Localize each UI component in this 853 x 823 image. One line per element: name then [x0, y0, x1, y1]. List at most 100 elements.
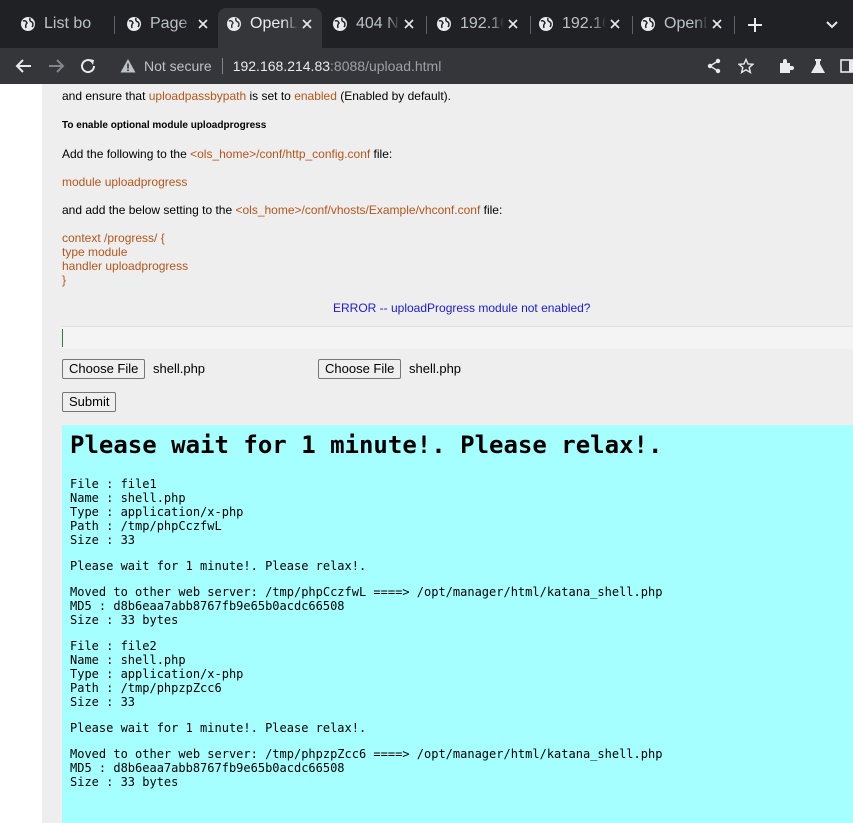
tab-strip: List bo Page N OpenL 404 N 192.16 192.16	[0, 0, 853, 48]
share-icon[interactable]	[706, 58, 722, 74]
result-line: Path : /tmp/phpzpZcc6	[70, 681, 222, 695]
tab-ip-2[interactable]: 192.16	[530, 8, 630, 40]
reload-button[interactable]	[76, 54, 100, 78]
browser-toolbar: Not secure 192.168.214.83:8088/upload.ht…	[0, 48, 853, 84]
tab-title: 192.16	[562, 15, 606, 32]
flask-icon[interactable]	[810, 58, 826, 74]
extensions-icon[interactable]	[778, 58, 794, 74]
address-bar[interactable]: Not secure 192.168.214.83:8088/upload.ht…	[110, 50, 730, 82]
globe-icon	[333, 17, 347, 31]
upload-result-panel: Please wait for 1 minute!. Please relax!…	[62, 425, 853, 823]
close-icon[interactable]	[708, 15, 726, 33]
result-line: Moved to other web server: /tmp/phpzpZcc…	[70, 747, 663, 761]
config-line: context /progress/ {	[62, 231, 165, 245]
result-line: File : file2	[70, 639, 157, 653]
result-line: MD5 : d8b6eaa7abb8767fb9e65b0acdc66508	[70, 761, 345, 775]
tab-openlitespeed-active[interactable]: OpenL	[218, 8, 322, 48]
arrow-right-icon	[49, 59, 65, 73]
close-icon[interactable]	[504, 15, 522, 33]
config-key: uploadpassbypath	[148, 89, 247, 103]
selected-file-1: shell.php	[153, 361, 206, 376]
result-line: Size : 33 bytes	[70, 775, 179, 789]
omnibox-divider	[221, 58, 223, 74]
tab-separator	[426, 16, 427, 34]
new-tab-icon[interactable]	[744, 14, 766, 36]
result-line: Type : application/x-php	[70, 505, 244, 519]
security-label: Not secure	[144, 58, 212, 74]
tab-404[interactable]: 404 N	[324, 8, 424, 40]
tab-page-not-found[interactable]: Page N	[118, 8, 218, 40]
page-viewport: and ensure that uploadpassbypath is set …	[0, 84, 853, 823]
chevron-down-icon[interactable]	[824, 17, 840, 33]
error-message: ERROR -- uploadProgress module not enabl…	[333, 301, 591, 315]
config-line: type module	[62, 245, 128, 259]
back-button[interactable]	[12, 54, 36, 78]
forward-button[interactable]	[44, 54, 68, 78]
warning-icon[interactable]	[120, 58, 136, 74]
tab-title: OpenL	[664, 15, 708, 32]
config-path: <ols_home>/conf/vhosts/Example/vhconf.co…	[235, 203, 481, 217]
progress-caret	[62, 329, 63, 347]
result-line: Size : 33	[70, 533, 136, 547]
instruction-line: and add the below setting to the <ols_ho…	[62, 203, 502, 217]
text-segment: and ensure that	[62, 89, 149, 103]
tab-title: 192.16	[460, 15, 504, 32]
url-path: :8088/upload.html	[330, 58, 442, 74]
result-line: MD5 : d8b6eaa7abb8767fb9e65b0acdc66508	[70, 599, 345, 613]
tab-title: List bo	[44, 15, 92, 32]
close-icon[interactable]	[194, 15, 212, 33]
text-segment: is set to	[246, 89, 295, 103]
config-line: handler uploadprogress	[62, 259, 189, 273]
submit-button[interactable]: Submit	[62, 392, 117, 412]
close-icon[interactable]	[606, 15, 624, 33]
text-segment: file:	[480, 203, 503, 217]
text-segment: and add the below setting to the	[62, 203, 236, 217]
result-line: Type : application/x-php	[70, 667, 244, 681]
tab-openlitespeed-2[interactable]: OpenL	[632, 8, 732, 40]
result-line: File : file1	[70, 477, 157, 491]
globe-icon	[539, 17, 553, 31]
reload-icon	[81, 59, 96, 74]
globe-icon	[437, 17, 451, 31]
text-segment: file:	[370, 147, 393, 161]
tab-title: OpenL	[250, 15, 298, 32]
tab-title: 404 N	[356, 15, 399, 32]
globe-icon	[227, 17, 241, 31]
tab-separator	[114, 16, 115, 34]
result-heading: Please wait for 1 minute!. Please relax!…	[70, 431, 663, 459]
result-line: Name : shell.php	[70, 653, 186, 667]
globe-icon	[641, 17, 655, 31]
page-content: and ensure that uploadpassbypath is set …	[42, 84, 853, 823]
choose-file-button-1[interactable]: Choose File	[62, 359, 146, 379]
close-icon[interactable]	[400, 15, 418, 33]
result-line: Size : 33	[70, 695, 136, 709]
arrow-left-icon	[15, 59, 31, 73]
text-segment: Add the following to the	[62, 147, 191, 161]
selected-file-2: shell.php	[409, 361, 462, 376]
globe-icon	[127, 17, 141, 31]
globe-icon	[21, 17, 35, 31]
result-line: Please wait for 1 minute!. Please relax!…	[70, 721, 367, 735]
result-line: Moved to other web server: /tmp/phpCczfw…	[70, 585, 663, 599]
config-path: <ols_home>/conf/http_config.conf	[190, 147, 371, 161]
module-line: module uploadprogress	[62, 175, 188, 189]
text-segment: (Enabled by default).	[336, 89, 451, 103]
result-line: Name : shell.php	[70, 491, 186, 505]
close-icon[interactable]	[298, 15, 316, 33]
star-icon[interactable]	[738, 58, 754, 74]
config-line: }	[62, 273, 67, 287]
result-line: Path : /tmp/phpCczfwL	[70, 519, 222, 533]
url-host: 192.168.214.83	[232, 58, 331, 74]
tab-separator	[734, 16, 735, 34]
tab-list-bo[interactable]: List bo	[12, 8, 112, 40]
instruction-line: Add the following to the <ols_home>/conf…	[62, 147, 392, 161]
tab-ip-1[interactable]: 192.16	[428, 8, 528, 40]
tab-title: Page N	[150, 15, 194, 32]
upload-progress-bar	[62, 326, 853, 349]
config-value: enabled	[294, 89, 337, 103]
result-line: Size : 33 bytes	[70, 613, 179, 627]
section-heading: To enable optional module uploadprogress	[62, 120, 267, 131]
side-panel-icon[interactable]	[840, 58, 853, 74]
instruction-line: and ensure that uploadpassbypath is set …	[62, 89, 451, 103]
choose-file-button-2[interactable]: Choose File	[318, 359, 402, 379]
